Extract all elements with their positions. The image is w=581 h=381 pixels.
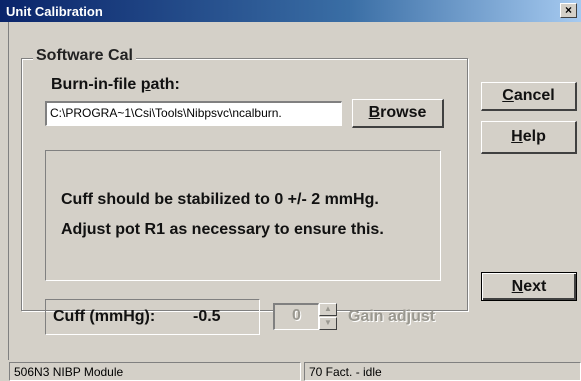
gain-adjust-label: Gain adjust: [348, 308, 436, 325]
close-icon: ×: [564, 3, 572, 17]
status-module: 506N3 NIBP Module: [9, 362, 301, 381]
gain-spin-input[interactable]: 0: [273, 303, 319, 330]
message-panel: [45, 150, 441, 281]
next-button[interactable]: Next: [481, 272, 577, 301]
message-line-1: Cuff should be stabilized to 0 +/- 2 mmH…: [61, 191, 379, 208]
browse-button[interactable]: Browse: [352, 99, 444, 128]
help-button[interactable]: Help: [481, 121, 577, 154]
spin-up-button[interactable]: ▲: [319, 303, 337, 316]
spin-down-button[interactable]: ▼: [319, 317, 337, 330]
window-title: Unit Calibration: [6, 4, 103, 19]
close-button[interactable]: ×: [560, 3, 577, 18]
status-state: 70 Fact. - idle: [304, 362, 581, 381]
group-title: Software Cal: [33, 47, 136, 65]
window-left-edge: [0, 22, 9, 360]
cuff-value: -0.5: [193, 308, 221, 325]
arrow-down-icon: ▼: [324, 318, 332, 327]
burn-in-path-input[interactable]: C:\PROGRA~1\Csi\Tools\Nibpsvc\ncalburn.: [45, 101, 342, 126]
cancel-button[interactable]: Cancel: [481, 82, 577, 111]
path-label: Burn-in-file path:: [51, 76, 180, 93]
arrow-up-icon: ▲: [324, 304, 332, 313]
message-line-2: Adjust pot R1 as necessary to ensure thi…: [61, 221, 384, 238]
cuff-label: Cuff (mmHg):: [53, 308, 156, 325]
